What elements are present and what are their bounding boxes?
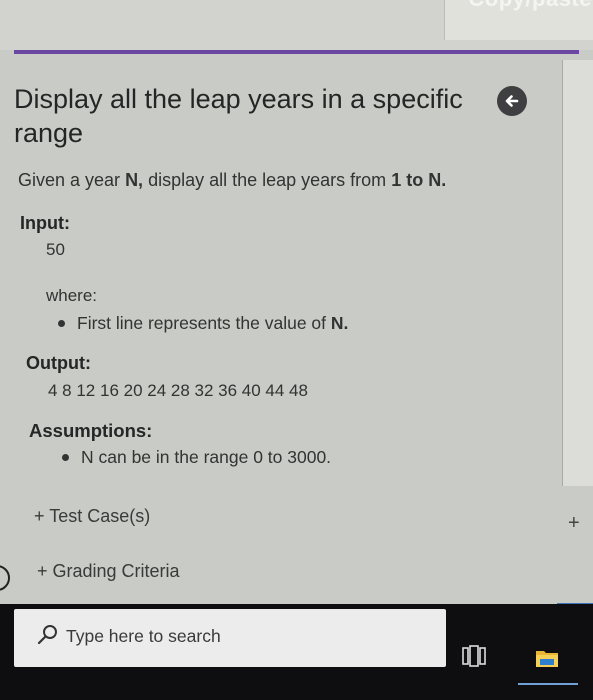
arrow-left-icon [505, 95, 519, 107]
expand-plus-icon[interactable]: + [568, 512, 580, 535]
active-app-indicator [518, 683, 578, 685]
side-panel-scrollbar[interactable] [562, 60, 593, 486]
problem-title: Display all the leap years in a specific… [14, 84, 463, 148]
input-bullet: First line represents the value of N. [58, 313, 348, 334]
input-value: 50 [46, 240, 65, 259]
test-cases-link[interactable]: + Test Case(s) [34, 506, 150, 527]
back-button[interactable] [497, 86, 527, 116]
bullet-icon [58, 320, 65, 327]
problem-description: Given a year N, display all the leap yea… [18, 170, 447, 190]
bullet-icon [62, 454, 69, 461]
output-value: 4 8 12 16 20 24 28 32 36 40 44 48 [48, 381, 308, 400]
grading-criteria-link[interactable]: + Grading Criteria [37, 561, 180, 582]
search-placeholder: Type here to search [66, 626, 221, 646]
input-label: Input: [20, 213, 70, 233]
assumptions-label: Assumptions: [29, 420, 153, 441]
output-label: Output: [26, 353, 91, 373]
copy-paste-button[interactable]: Copy/paste [444, 0, 593, 40]
search-icon [37, 625, 57, 645]
copy-paste-label: Copy/paste [468, 0, 592, 12]
where-label: where: [46, 286, 98, 305]
edge-circle-icon [0, 565, 10, 591]
file-explorer-icon[interactable] [534, 645, 560, 671]
taskbar-search-box[interactable]: Type here to search [14, 609, 446, 667]
task-view-icon[interactable] [462, 644, 488, 668]
header-divider [14, 50, 579, 54]
assumption-bullet: N can be in the range 0 to 3000. [62, 447, 331, 468]
